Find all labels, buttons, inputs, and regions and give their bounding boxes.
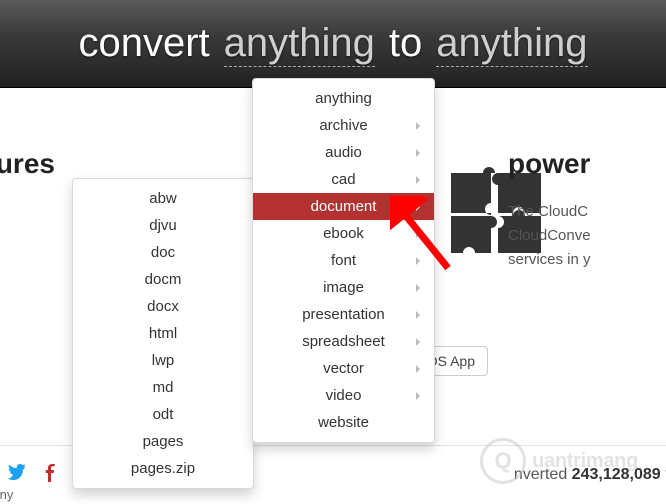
header-bar: convert anything to anything bbox=[0, 0, 666, 88]
category-item-ebook[interactable]: ebook bbox=[253, 220, 434, 247]
category-item-document[interactable]: document bbox=[253, 193, 434, 220]
format-item-pages[interactable]: pages bbox=[73, 428, 253, 455]
format-item-md[interactable]: md bbox=[73, 374, 253, 401]
category-item-presentation[interactable]: presentation bbox=[253, 301, 434, 328]
social-links bbox=[8, 464, 60, 487]
format-item-odt[interactable]: odt bbox=[73, 401, 253, 428]
format-item-docx[interactable]: docx bbox=[73, 293, 253, 320]
category-item-archive[interactable]: archive bbox=[253, 112, 434, 139]
category-item-font[interactable]: font bbox=[253, 247, 434, 274]
feature-right-body: The CloudC CloudConve services in y bbox=[508, 200, 666, 272]
category-item-spreadsheet[interactable]: spreadsheet bbox=[253, 328, 434, 355]
format-item-djvu[interactable]: djvu bbox=[73, 212, 253, 239]
footer-stats: nverted 243,128,089 files v bbox=[514, 466, 666, 484]
format-item-pages-zip[interactable]: pages.zip bbox=[73, 455, 253, 482]
header-word-convert: convert bbox=[79, 21, 210, 66]
header-keyword-to[interactable]: anything bbox=[436, 21, 587, 67]
category-item-website[interactable]: website bbox=[253, 409, 434, 436]
category-item-vector[interactable]: vector bbox=[253, 355, 434, 382]
category-item-audio[interactable]: audio bbox=[253, 139, 434, 166]
feature-right-title: power bbox=[508, 148, 666, 180]
stats-prefix: nverted bbox=[514, 466, 572, 483]
feature-right: power The CloudC CloudConve services in … bbox=[508, 148, 666, 272]
feature-left-title: ced features bbox=[0, 148, 110, 180]
category-menu[interactable]: anythingarchiveaudiocaddocumentebookfont… bbox=[252, 78, 435, 443]
format-item-lwp[interactable]: lwp bbox=[73, 347, 253, 374]
header-keyword-from[interactable]: anything bbox=[224, 21, 375, 67]
twitter-icon[interactable] bbox=[8, 464, 26, 487]
stats-number: 243,128,089 bbox=[572, 466, 661, 483]
category-item-video[interactable]: video bbox=[253, 382, 434, 409]
format-item-html[interactable]: html bbox=[73, 320, 253, 347]
category-item-cad[interactable]: cad bbox=[253, 166, 434, 193]
category-item-image[interactable]: image bbox=[253, 274, 434, 301]
format-item-doc[interactable]: doc bbox=[73, 239, 253, 266]
format-submenu[interactable]: abwdjvudocdocmdocxhtmllwpmdodtpagespages… bbox=[72, 178, 254, 489]
format-item-abw[interactable]: abw bbox=[73, 185, 253, 212]
footer-germany: ermany bbox=[0, 487, 13, 502]
format-item-docm[interactable]: docm bbox=[73, 266, 253, 293]
header-word-to: to bbox=[389, 21, 422, 66]
facebook-icon[interactable] bbox=[42, 464, 60, 487]
stats-suffix: files v bbox=[661, 466, 666, 483]
category-item-anything[interactable]: anything bbox=[253, 85, 434, 112]
